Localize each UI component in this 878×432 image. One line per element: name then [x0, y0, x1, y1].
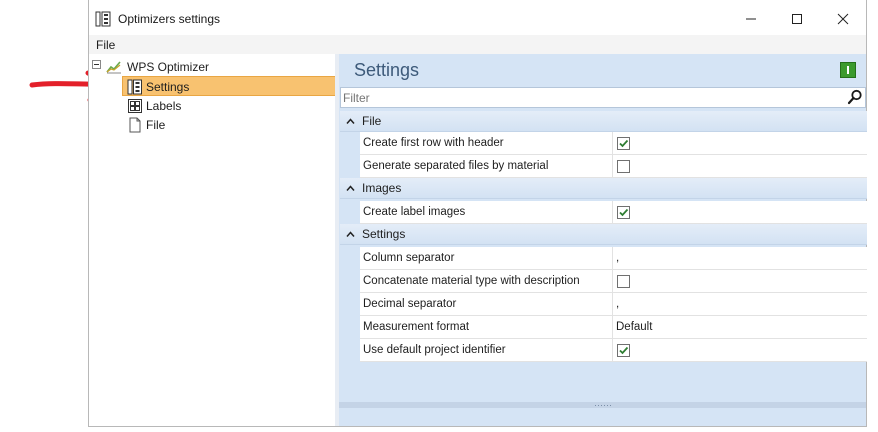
property-row: Create first row with header — [360, 132, 867, 155]
optimizer-chart-icon — [106, 60, 121, 73]
property-row: Create label images — [360, 201, 867, 224]
checkbox-unchecked[interactable] — [617, 275, 630, 288]
close-icon — [837, 13, 849, 24]
property-name: Column separator — [360, 247, 613, 269]
labels-grid-icon — [128, 98, 142, 113]
close-button[interactable] — [820, 0, 866, 37]
file-document-icon — [129, 117, 141, 132]
tree-root-label: WPS Optimizer — [127, 59, 210, 74]
minimize-icon — [746, 18, 756, 19]
category-label: Images — [362, 181, 402, 195]
category-settings[interactable]: Settings — [340, 224, 867, 245]
filter-box — [340, 87, 866, 108]
property-name: Use default project identifier — [360, 339, 613, 361]
filter-input[interactable] — [341, 88, 833, 107]
menu-bar: File — [89, 35, 866, 54]
settings-panel: Settings File Create first row with head… — [339, 54, 867, 426]
settings-tree: WPS Optimizer Settings Labels File — [89, 54, 337, 426]
property-row: Decimal separator , — [360, 293, 867, 316]
property-name: Create label images — [360, 201, 613, 223]
search-icon[interactable] — [847, 89, 863, 105]
tree-root-wps-optimizer[interactable]: WPS Optimizer — [106, 57, 209, 76]
property-value-column-separator[interactable]: , — [616, 247, 619, 269]
property-name: Create first row with header — [360, 132, 613, 154]
chevron-up-icon — [346, 118, 355, 124]
tree-item-label: Settings — [146, 79, 190, 94]
property-value-measurement-format[interactable]: Default — [616, 316, 652, 338]
property-row: Use default project identifier — [360, 339, 867, 362]
property-value-decimal-separator[interactable]: , — [616, 293, 619, 315]
checkbox-checked[interactable] — [617, 344, 630, 357]
chevron-up-icon — [346, 231, 355, 237]
property-row: Column separator , — [360, 247, 867, 270]
settings-panel-icon — [127, 79, 142, 94]
tree-item-settings[interactable]: Settings — [127, 77, 189, 96]
panel-title: Settings — [354, 60, 420, 80]
property-name: Concatenate material type with descripti… — [360, 270, 613, 292]
check-icon — [619, 208, 629, 217]
menu-file[interactable]: File — [96, 38, 115, 52]
settings-window: Optimizers settings File WPS Optimizer S… — [88, 0, 867, 427]
check-icon — [619, 139, 629, 148]
property-row: Concatenate material type with descripti… — [360, 270, 867, 293]
property-name: Generate separated files by material — [360, 155, 613, 177]
checkbox-checked[interactable] — [617, 206, 630, 219]
title-bar: Optimizers settings — [89, 0, 866, 37]
category-file[interactable]: File — [340, 111, 867, 132]
checkbox-unchecked[interactable] — [617, 160, 630, 173]
category-label: Settings — [362, 227, 406, 241]
window-title: Optimizers settings — [118, 11, 221, 26]
maximize-button[interactable] — [774, 0, 820, 37]
grip-icon — [595, 405, 611, 406]
chevron-up-icon — [346, 185, 355, 191]
app-settings-icon — [95, 11, 111, 26]
checkbox-checked[interactable] — [617, 137, 630, 150]
tree-item-labels[interactable]: Labels — [127, 96, 181, 115]
category-label: File — [362, 114, 382, 128]
property-name: Measurement format — [360, 316, 613, 338]
minimize-button[interactable] — [728, 0, 774, 37]
info-icon — [847, 66, 849, 74]
check-icon — [619, 346, 629, 355]
category-images[interactable]: Images — [340, 178, 867, 199]
tree-item-label: Labels — [146, 98, 182, 113]
tree-item-label: File — [146, 117, 166, 132]
property-name: Decimal separator — [360, 293, 613, 315]
tree-item-file[interactable]: File — [127, 115, 165, 134]
property-row: Measurement format Default — [360, 316, 867, 339]
info-button[interactable] — [840, 62, 856, 78]
collapse-icon[interactable] — [92, 60, 101, 69]
property-row: Generate separated files by material — [360, 155, 867, 178]
maximize-icon — [792, 13, 802, 24]
